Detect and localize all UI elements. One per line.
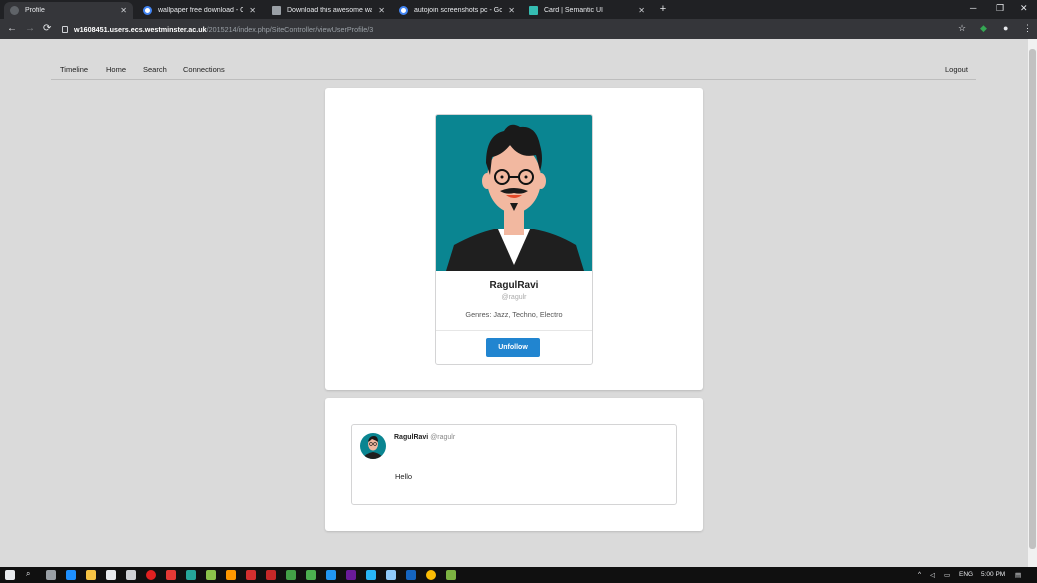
opera-icon[interactable] — [146, 570, 156, 580]
profile-name: RagulRavi — [489, 280, 539, 291]
chevron-up-icon[interactable]: ^ — [918, 571, 921, 578]
minimize-icon[interactable]: ─ — [970, 3, 976, 13]
app-icon[interactable] — [446, 570, 456, 580]
store-icon[interactable] — [106, 570, 116, 580]
semantic-ui-icon — [529, 6, 538, 15]
volume-icon[interactable]: ◁ — [930, 571, 935, 579]
search-icon[interactable]: ⌕ — [26, 569, 30, 579]
post-username[interactable]: RagulRavi — [394, 434, 428, 441]
app-icon[interactable] — [186, 570, 196, 580]
reload-icon[interactable]: ⟳ — [43, 22, 51, 36]
windows-taskbar: ⌕ ^ ◁ ▭ ENG 5:00 PM ▤ — [0, 567, 1037, 583]
filezilla-icon[interactable] — [266, 570, 276, 580]
network-icon[interactable]: ▭ — [944, 571, 950, 579]
tab-wallpaper-download[interactable]: Download this awesome wallpap ✕ — [266, 2, 391, 19]
menu-kebab-icon[interactable]: ⋮ — [1023, 23, 1032, 34]
google-icon — [143, 6, 152, 15]
start-icon[interactable] — [5, 570, 15, 580]
wallpaper-site-icon — [272, 6, 281, 15]
close-tab-icon[interactable]: ✕ — [120, 6, 127, 15]
browser-toolbar: ← → ⟳ w1608451.users.ecs.westminster.ac.… — [0, 19, 1037, 39]
account-icon[interactable]: ● — [1003, 23, 1008, 33]
card-extra-content: Unfollow — [436, 330, 592, 364]
notifications-icon[interactable]: ▤ — [1015, 571, 1021, 579]
menu-item-search[interactable]: Search — [143, 65, 167, 74]
close-tab-icon[interactable]: ✕ — [638, 6, 645, 15]
post-body: Hello — [395, 472, 413, 481]
file-explorer-icon[interactable] — [86, 570, 96, 580]
unfollow-button[interactable]: Unfollow — [486, 338, 540, 357]
post-card: RagulRavi @ragulr Hello — [351, 424, 677, 505]
app-icon[interactable] — [386, 570, 396, 580]
tab-profile[interactable]: Profile ✕ — [4, 2, 133, 19]
globe-icon — [10, 6, 19, 15]
app-icon[interactable] — [206, 570, 216, 580]
bookmark-star-icon[interactable]: ☆ — [958, 23, 966, 34]
chrome-icon[interactable] — [426, 570, 436, 580]
close-tab-icon[interactable]: ✕ — [378, 6, 385, 15]
avatar[interactable] — [360, 433, 386, 459]
browser-tab-strip: Profile ✕ wallpaper free download - Goog… — [0, 0, 1037, 19]
profile-picture — [436, 115, 592, 271]
site-menu: Timeline Home Search Connections Logout — [51, 59, 976, 80]
z-app-icon[interactable] — [166, 570, 176, 580]
tab-title: Download this awesome wallpap — [287, 7, 373, 14]
word-icon[interactable] — [406, 570, 416, 580]
tab-title: autojoin screenshots pc - Googl — [414, 7, 503, 14]
close-tab-icon[interactable]: ✕ — [249, 6, 256, 15]
logout-link[interactable]: Logout — [945, 65, 968, 74]
tab-wallpaper-search[interactable]: wallpaper free download - Goog ✕ — [137, 2, 262, 19]
close-window-icon[interactable]: ✕ — [1020, 3, 1028, 14]
address-bar[interactable]: w1608451.users.ecs.westminster.ac.uk /20… — [62, 22, 373, 36]
man-illustration — [446, 124, 584, 271]
menu-item-connections[interactable]: Connections — [183, 65, 225, 74]
url-host: w1608451.users.ecs.westminster.ac.uk — [74, 24, 207, 34]
tab-title: Card | Semantic UI — [544, 7, 604, 14]
post-header: RagulRavi @ragulr — [394, 434, 455, 441]
profile-genres: Genres: Jazz, Techno, Electro — [465, 310, 563, 319]
tab-autojoin-search[interactable]: autojoin screenshots pc - Googl ✕ — [393, 2, 521, 19]
back-icon[interactable]: ← — [7, 22, 17, 36]
restore-icon[interactable]: ❐ — [996, 3, 1004, 14]
app-icon[interactable] — [286, 570, 296, 580]
forward-icon[interactable]: → — [25, 22, 35, 36]
tab-semantic-ui[interactable]: Card | Semantic UI ✕ — [523, 2, 651, 19]
app-icon[interactable] — [366, 570, 376, 580]
tab-title: wallpaper free download - Goog — [158, 7, 244, 14]
language-indicator[interactable]: ENG — [959, 571, 973, 578]
menu-item-home[interactable]: Home — [106, 65, 126, 74]
url-path: /2015214/index.php/SiteController/viewUs… — [206, 24, 374, 34]
close-tab-icon[interactable]: ✕ — [508, 6, 515, 15]
google-icon — [399, 6, 408, 15]
task-view-icon[interactable] — [46, 570, 56, 580]
extension-icon[interactable]: ◆ — [980, 23, 987, 34]
clock[interactable]: 5:00 PM — [981, 571, 1005, 578]
tab-title: Profile — [25, 7, 45, 14]
lock-icon — [62, 25, 68, 33]
app-icon[interactable] — [246, 570, 256, 580]
app-icon[interactable] — [226, 570, 236, 580]
profile-handle: @ragulr — [501, 294, 527, 301]
app-icon[interactable] — [346, 570, 356, 580]
mail-icon[interactable] — [126, 570, 136, 580]
avatar-illustration — [362, 436, 384, 459]
app-icon[interactable] — [306, 570, 316, 580]
vscode-icon[interactable] — [326, 570, 336, 580]
post-handle: @ragulr — [430, 434, 456, 441]
page-scrollbar[interactable] — [1028, 39, 1037, 567]
scrollbar-thumb[interactable] — [1029, 49, 1036, 549]
new-tab-icon[interactable]: + — [657, 3, 669, 15]
edge-icon[interactable] — [66, 570, 76, 580]
profile-card: RagulRavi @ragulr Genres: Jazz, Techno, … — [435, 114, 593, 365]
menu-item-timeline[interactable]: Timeline — [60, 65, 88, 74]
